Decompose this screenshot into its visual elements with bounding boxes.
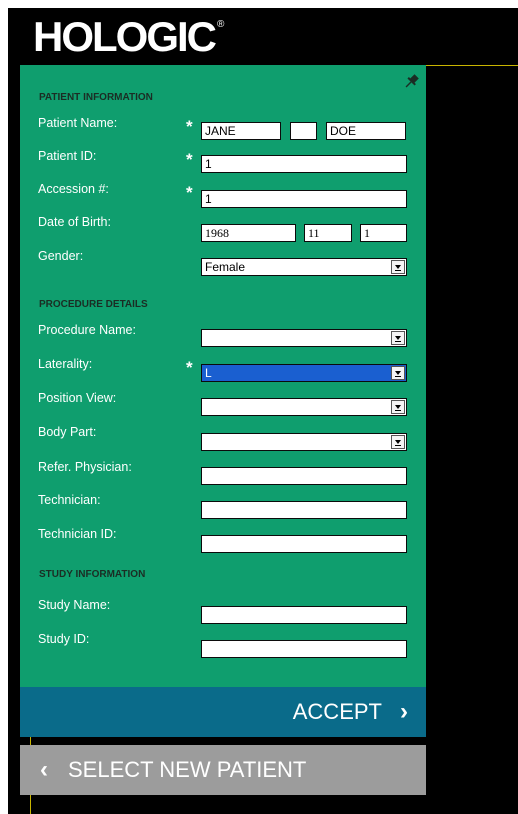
- label-patient-name: Patient Name:: [38, 116, 118, 130]
- required-mark: *: [186, 358, 193, 377]
- study-id-input[interactable]: [201, 640, 407, 658]
- patient-form-panel: PATIENT INFORMATION Patient Name: * JANE…: [20, 65, 426, 687]
- required-mark: *: [186, 183, 193, 202]
- label-patient-id: Patient ID:: [38, 149, 97, 163]
- accession-input[interactable]: 1: [201, 190, 407, 208]
- dropdown-arrow-icon[interactable]: [391, 331, 405, 345]
- label-body-part: Body Part:: [38, 425, 97, 439]
- required-mark: *: [186, 150, 193, 169]
- chevron-right-icon: ›: [400, 698, 408, 725]
- dob-year-input[interactable]: 1968: [201, 224, 296, 242]
- section-title-patient: PATIENT INFORMATION: [39, 92, 153, 103]
- last-name-input[interactable]: DOE: [326, 122, 406, 140]
- patient-id-input[interactable]: 1: [201, 155, 407, 173]
- hologic-logo: HOLOGIC ®: [33, 13, 225, 60]
- dob-day-input[interactable]: 1: [360, 224, 407, 242]
- logo-text: HOLOGIC: [33, 13, 217, 60]
- select-new-patient-button[interactable]: ‹ SELECT NEW PATIENT: [20, 745, 426, 795]
- study-name-input[interactable]: [201, 606, 407, 624]
- label-study-id: Study ID:: [38, 632, 90, 646]
- position-view-select[interactable]: [201, 398, 407, 416]
- middle-name-input[interactable]: [290, 122, 317, 140]
- laterality-select[interactable]: L: [201, 364, 407, 382]
- procedure-name-select[interactable]: [201, 329, 407, 347]
- guide-line-top: [426, 65, 518, 66]
- app-window: HOLOGIC ® PATIENT INFORMATION Patient Nam…: [8, 8, 518, 814]
- section-title-study: STUDY INFORMATION: [39, 569, 146, 580]
- section-title-procedure: PROCEDURE DETAILS: [39, 299, 148, 310]
- laterality-select-value: L: [205, 366, 212, 380]
- dob-month-input[interactable]: 11: [304, 224, 352, 242]
- gender-select[interactable]: Female: [201, 258, 407, 276]
- label-date-of-birth: Date of Birth:: [38, 215, 111, 229]
- first-name-input[interactable]: JANE: [201, 122, 281, 140]
- refer-physician-input[interactable]: [201, 467, 407, 485]
- guide-line-left-3: [30, 795, 31, 814]
- label-accession: Accession #:: [38, 182, 109, 196]
- guide-line-left-2: [30, 737, 31, 745]
- technician-id-input[interactable]: [201, 535, 407, 553]
- label-gender: Gender:: [38, 249, 84, 263]
- label-position-view: Position View:: [38, 391, 117, 405]
- pin-icon[interactable]: [402, 73, 420, 91]
- dropdown-arrow-icon[interactable]: [391, 400, 405, 414]
- label-laterality: Laterality:: [38, 357, 93, 371]
- accept-button-label: ACCEPT: [292, 699, 382, 724]
- technician-input[interactable]: [201, 501, 407, 519]
- body-part-select[interactable]: [201, 433, 407, 451]
- accept-button[interactable]: ACCEPT ›: [20, 687, 426, 737]
- label-refer-physician: Refer. Physician:: [38, 460, 132, 474]
- label-procedure-name: Procedure Name:: [38, 323, 136, 337]
- dropdown-arrow-icon[interactable]: [391, 435, 405, 449]
- gender-select-value: Female: [205, 260, 246, 274]
- dropdown-arrow-icon[interactable]: [391, 260, 405, 274]
- label-technician: Technician:: [38, 493, 101, 507]
- dropdown-arrow-icon[interactable]: [391, 366, 405, 380]
- label-study-name: Study Name:: [38, 598, 111, 612]
- select-new-patient-label: SELECT NEW PATIENT: [68, 757, 307, 782]
- chevron-left-icon: ‹: [40, 756, 48, 783]
- required-mark: *: [186, 117, 193, 136]
- registered-mark: ®: [217, 19, 225, 30]
- label-technician-id: Technician ID:: [38, 527, 117, 541]
